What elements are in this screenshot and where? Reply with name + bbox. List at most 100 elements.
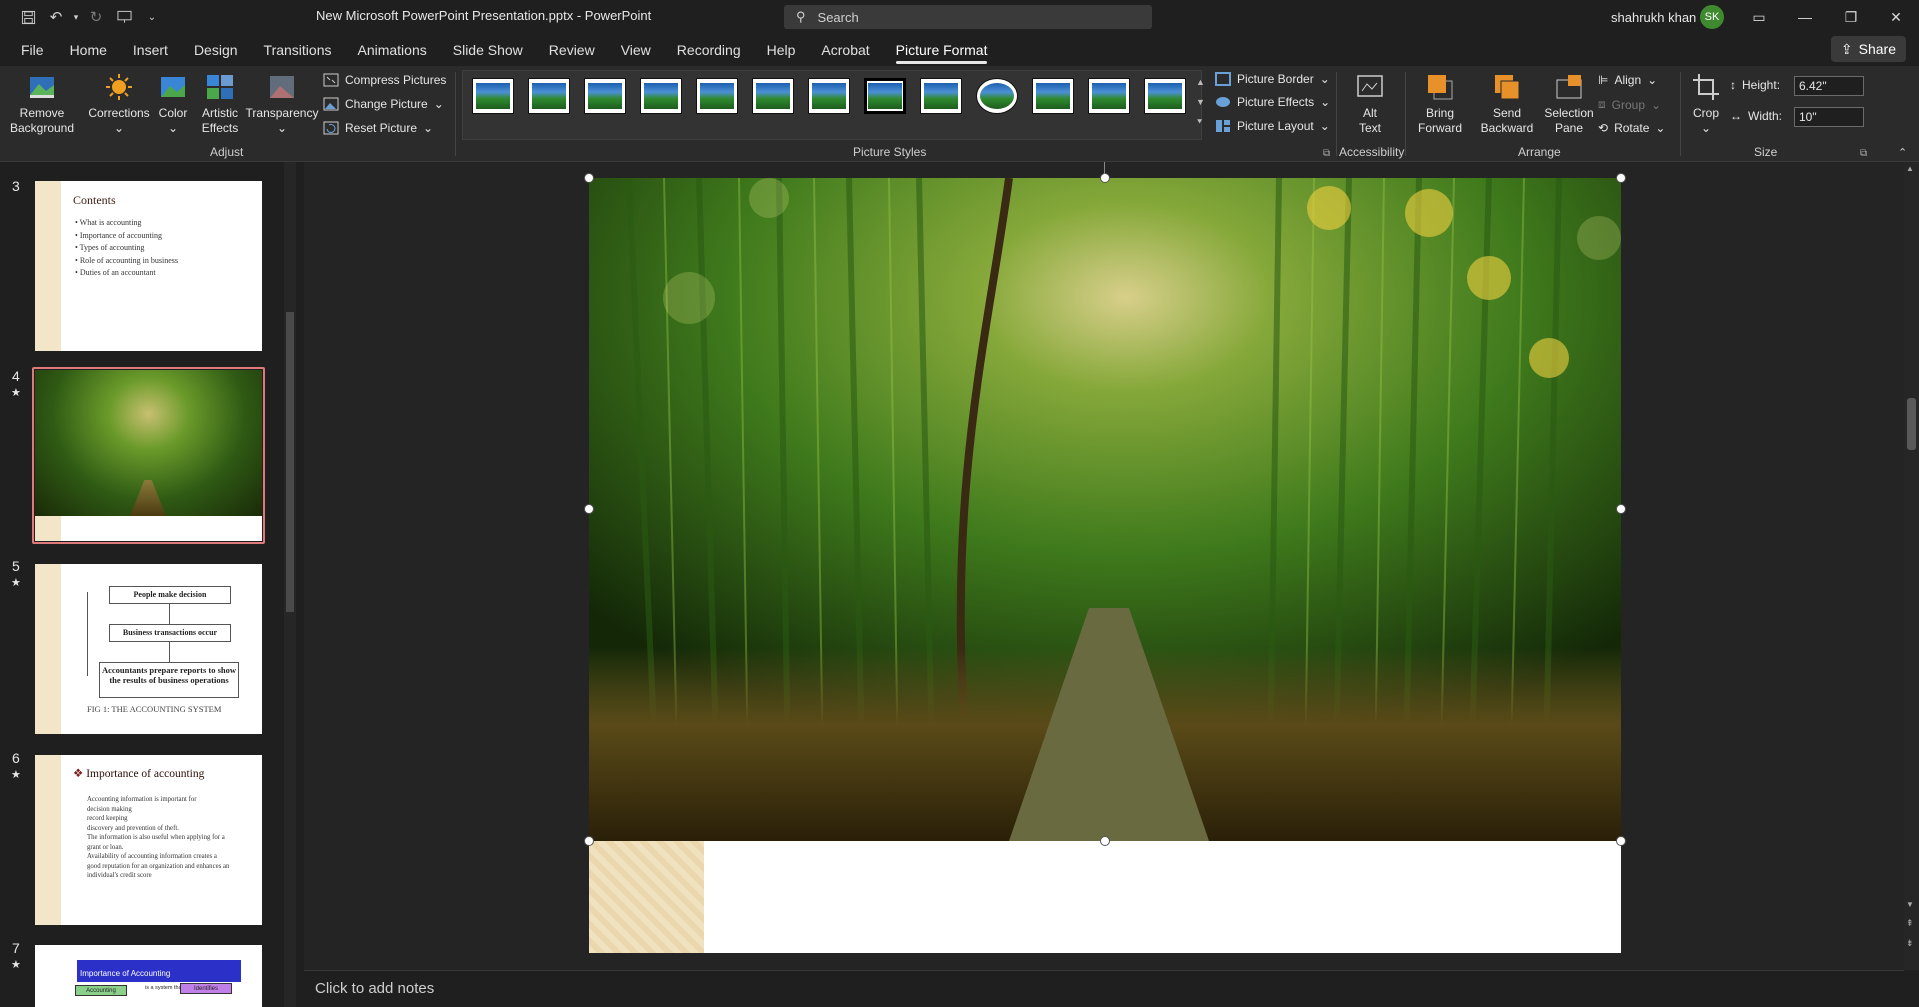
picture-style-13[interactable] — [1144, 78, 1186, 114]
picture-layout-button[interactable]: Picture Layout ⌄ — [1215, 119, 1330, 133]
restore-icon[interactable]: ❐ — [1828, 0, 1874, 34]
alt-text-icon — [1357, 75, 1383, 97]
scroll-down-icon[interactable]: ▼ — [1906, 900, 1914, 909]
scroll-up-icon[interactable]: ▲ — [1906, 164, 1914, 173]
canvas-scrollbar[interactable]: ▲ ▼ ⇞ ⇟ — [1904, 162, 1919, 970]
rotate-button[interactable]: ⟲ Rotate ⌄ — [1598, 121, 1665, 135]
slide-thumbnail-3[interactable]: Contents • What is accounting • Importan… — [35, 181, 262, 351]
rotation-handle[interactable] — [1104, 162, 1105, 174]
tab-transitions[interactable]: Transitions — [251, 34, 345, 66]
minimize-icon[interactable]: — — [1782, 0, 1828, 34]
gallery-down-icon[interactable]: ▼ — [1196, 92, 1205, 112]
picture-border-button[interactable]: Picture Border ⌄ — [1215, 72, 1330, 86]
redo-icon[interactable]: ↻ — [82, 0, 110, 34]
gallery-up-icon[interactable]: ▲ — [1196, 72, 1205, 92]
avatar[interactable]: SK — [1700, 5, 1724, 29]
resize-handle-top-left[interactable] — [584, 173, 594, 183]
color-button[interactable]: Color ⌄ — [153, 72, 193, 136]
slide-thumbnail-4[interactable] — [35, 370, 262, 541]
tab-acrobat[interactable]: Acrobat — [808, 34, 882, 66]
tab-picture-format[interactable]: Picture Format — [883, 34, 1001, 66]
align-button[interactable]: ⊫ Align ⌄ — [1598, 73, 1657, 87]
compress-pictures-button[interactable]: Compress Pictures — [323, 73, 446, 87]
ribbon-display-icon[interactable]: ▭ — [1736, 0, 1782, 34]
notes-pane[interactable]: Click to add notes — [304, 970, 1904, 1007]
present-icon[interactable] — [110, 0, 138, 34]
resize-handle-top[interactable] — [1100, 173, 1110, 183]
picture-style-1[interactable] — [472, 78, 514, 114]
search-input[interactable]: ⚲ Search — [784, 5, 1152, 29]
transparency-button[interactable]: Transparency ⌄ — [244, 72, 320, 136]
tab-design[interactable]: Design — [181, 34, 251, 66]
slide-number: 5 — [12, 558, 20, 574]
chevron-down-icon: ⌄ — [433, 97, 444, 111]
height-control: ↕ Height: — [1730, 78, 1780, 92]
save-icon[interactable] — [14, 0, 42, 34]
remove-background-label-1: Remove — [19, 106, 65, 120]
picture-effects-button[interactable]: Picture Effects ⌄ — [1215, 95, 1330, 109]
close-icon[interactable]: ✕ — [1873, 0, 1919, 34]
resize-handle-right[interactable] — [1616, 504, 1626, 514]
crop-button[interactable]: Crop ⌄ — [1688, 72, 1724, 136]
thumbnail-scrollbar[interactable] — [284, 162, 296, 1007]
undo-dropdown-icon[interactable]: ▾ — [70, 0, 82, 34]
search-placeholder: Search — [817, 9, 859, 25]
picture-style-9[interactable] — [920, 78, 962, 114]
tab-file[interactable]: File — [8, 34, 57, 66]
size-launcher-icon[interactable]: ⧉ — [1860, 148, 1867, 159]
alt-text-button[interactable]: Alt Text — [1350, 72, 1390, 136]
tab-review[interactable]: Review — [536, 34, 608, 66]
group-button[interactable]: ⧈ Group ⌄ — [1598, 97, 1661, 112]
tab-recording[interactable]: Recording — [664, 34, 754, 66]
resize-handle-top-right[interactable] — [1616, 173, 1626, 183]
picture-style-8[interactable] — [864, 78, 906, 114]
picture-styles-launcher-icon[interactable]: ⧉ — [1323, 148, 1330, 159]
resize-handle-bottom[interactable] — [1100, 836, 1110, 846]
tab-view[interactable]: View — [608, 34, 664, 66]
picture-style-10[interactable] — [976, 78, 1018, 114]
bring-forward-button[interactable]: Bring Forward — [1407, 72, 1473, 136]
ribbon: Remove Background Corrections ⌄ Color ⌄ … — [0, 66, 1919, 162]
width-field[interactable]: 10" — [1794, 107, 1864, 127]
tab-help[interactable]: Help — [754, 34, 809, 66]
slide-thumbnail-6[interactable]: ❖ Importance of accounting Accounting in… — [35, 755, 262, 925]
tab-home[interactable]: Home — [57, 34, 120, 66]
height-field[interactable]: 6.42" — [1794, 76, 1864, 96]
picture-style-11[interactable] — [1032, 78, 1074, 114]
bamboo-forest-picture[interactable] — [589, 178, 1621, 841]
customize-toolbar-icon[interactable]: ⌄ — [138, 0, 166, 34]
gallery-scroll-controls[interactable]: ▲ ▼ ⯆ — [1196, 72, 1205, 132]
user-name[interactable]: shahrukh khan — [1611, 10, 1696, 25]
resize-handle-bottom-right[interactable] — [1616, 836, 1626, 846]
undo-icon[interactable]: ↶ — [42, 0, 70, 34]
chevron-down-icon: ⌄ — [167, 121, 179, 135]
picture-style-7[interactable] — [808, 78, 850, 114]
collapse-ribbon-icon[interactable]: ⌃ — [1898, 146, 1907, 159]
next-slide-icon[interactable]: ⇟ — [1906, 938, 1914, 949]
artistic-effects-button[interactable]: Artistic Effects — [196, 72, 244, 136]
picture-style-5[interactable] — [696, 78, 738, 114]
picture-style-6[interactable] — [752, 78, 794, 114]
gallery-more-icon[interactable]: ⯆ — [1196, 112, 1205, 132]
resize-handle-bottom-left[interactable] — [584, 836, 594, 846]
picture-style-4[interactable] — [640, 78, 682, 114]
tab-slide-show[interactable]: Slide Show — [440, 34, 536, 66]
picture-style-3[interactable] — [584, 78, 626, 114]
ribbon-separator — [455, 72, 456, 156]
tab-animations[interactable]: Animations — [344, 34, 439, 66]
send-backward-button[interactable]: Send Backward — [1472, 72, 1542, 136]
picture-style-12[interactable] — [1088, 78, 1130, 114]
remove-background-button[interactable]: Remove Background — [8, 72, 76, 136]
slide-thumbnail-5[interactable]: People make decision Business transactio… — [35, 564, 262, 734]
share-button[interactable]: ⇪ Share — [1830, 36, 1906, 62]
change-picture-button[interactable]: Change Picture ⌄ — [323, 97, 444, 111]
artistic-effects-label-1: Artistic — [202, 106, 238, 120]
reset-picture-button[interactable]: Reset Picture ⌄ — [323, 121, 433, 135]
resize-handle-left[interactable] — [584, 504, 594, 514]
previous-slide-icon[interactable]: ⇞ — [1906, 918, 1914, 929]
tab-insert[interactable]: Insert — [120, 34, 181, 66]
selection-pane-button[interactable]: Selection Pane — [1540, 72, 1598, 136]
slide-thumbnail-7[interactable]: Importance of Accounting Accounting is a… — [35, 945, 262, 1007]
corrections-button[interactable]: Corrections ⌄ — [86, 72, 152, 136]
picture-style-2[interactable] — [528, 78, 570, 114]
